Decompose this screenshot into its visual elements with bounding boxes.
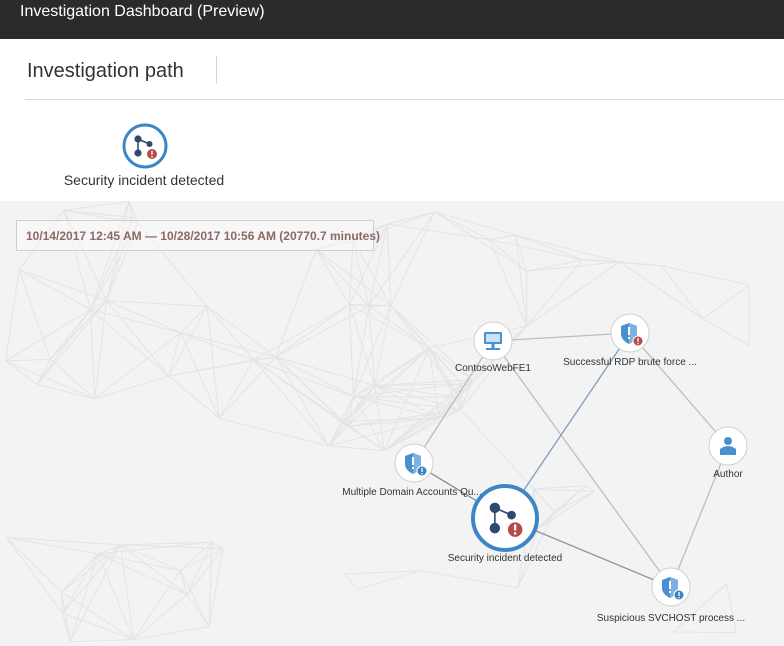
graph-edge xyxy=(492,332,631,342)
graph-node-label: Suspicious SVCHOST process ... xyxy=(597,613,745,624)
graph-edge xyxy=(670,445,729,588)
header-divider xyxy=(25,99,784,100)
window-title: Investigation Dashboard (Preview) xyxy=(20,3,265,20)
graph-node-domain[interactable]: Multiple Domain Accounts Qu... xyxy=(342,443,482,498)
graph-node-label: Multiple Domain Accounts Qu... xyxy=(342,487,482,498)
graph-node-label: Successful RDP brute force ... xyxy=(563,357,697,368)
graph-node-label: Author xyxy=(713,469,743,480)
investigation-graph[interactable]: 10/14/2017 12:45 AM — 10/28/2017 10:56 A… xyxy=(0,201,784,646)
graph-edge xyxy=(629,332,729,447)
incident-icon[interactable] xyxy=(121,122,169,170)
graph-node-rdp[interactable]: Successful RDP brute force ... xyxy=(563,313,697,368)
title-bar: Investigation Dashboard (Preview) xyxy=(0,0,784,39)
graph-node-svchost[interactable]: Suspicious SVCHOST process ... xyxy=(597,567,745,624)
title-divider xyxy=(216,56,217,84)
graph-canvas[interactable]: ContosoWebFE1 Successful RDP brute force … xyxy=(0,201,784,646)
graph-edge xyxy=(413,340,494,464)
investigation-header: Investigation path Security incident det… xyxy=(0,39,784,201)
graph-node-author[interactable]: Author xyxy=(708,426,748,480)
graph-node-label: ContosoWebFE1 xyxy=(455,363,531,374)
graph-node-contosowebfe1[interactable]: ContosoWebFE1 xyxy=(455,321,531,374)
page-title: Investigation path xyxy=(27,60,184,82)
graph-nodes: ContosoWebFE1 Successful RDP brute force … xyxy=(342,313,748,624)
graph-node-label: Security incident detected xyxy=(448,553,563,564)
breadcrumb-label[interactable]: Security incident detected xyxy=(0,172,288,188)
